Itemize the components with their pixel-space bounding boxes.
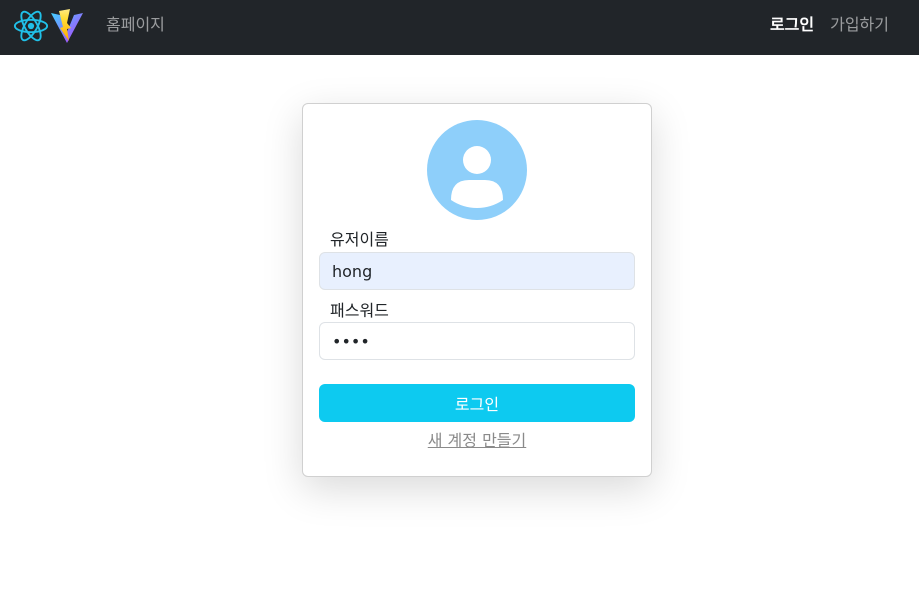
logo-group[interactable] bbox=[12, 6, 84, 46]
username-input[interactable] bbox=[319, 252, 635, 290]
react-logo-icon bbox=[13, 10, 49, 42]
user-avatar-icon bbox=[427, 120, 527, 220]
top-navbar: 홈페이지 로그인 가입하기 bbox=[0, 0, 919, 55]
nav-link-login[interactable]: 로그인 bbox=[770, 15, 814, 35]
nav-link-signup[interactable]: 가입하기 bbox=[830, 15, 889, 35]
password-label: 패스워드 bbox=[330, 301, 389, 320]
create-account-link[interactable]: 새 계정 만들기 bbox=[303, 431, 651, 451]
brand-home-link[interactable]: 홈페이지 bbox=[106, 15, 165, 35]
username-label: 유저이름 bbox=[330, 230, 389, 249]
nav-links: 로그인 가입하기 bbox=[770, 15, 889, 35]
password-input[interactable] bbox=[319, 322, 635, 360]
login-card: 유저이름 패스워드 로그인 새 계정 만들기 bbox=[302, 103, 652, 477]
login-button[interactable]: 로그인 bbox=[319, 384, 635, 422]
vite-logo-icon bbox=[51, 9, 83, 43]
